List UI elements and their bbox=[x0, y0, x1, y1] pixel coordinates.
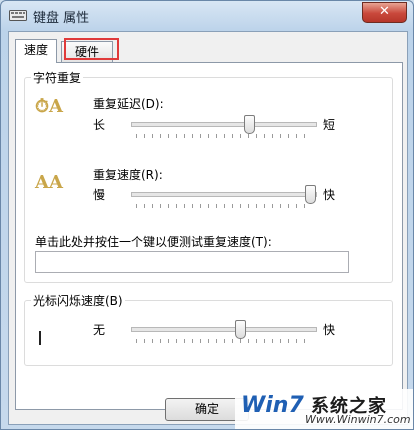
cursor-preview-icon bbox=[39, 331, 41, 345]
cursor-blink-group: 光标闪烁速度(B) 无 快 bbox=[24, 292, 393, 366]
repeat-delay-slider-thumb[interactable] bbox=[244, 115, 256, 134]
character-repeat-group: 字符重复 ⏱A 重复延迟(D): 长 短 AA 重复速度(R): 慢 快 单击此… bbox=[24, 69, 393, 283]
window-title: 键盘 属性 bbox=[33, 11, 90, 26]
group-title-character-repeat: 字符重复 bbox=[31, 69, 84, 86]
keyboard-icon bbox=[9, 10, 27, 21]
repeat-delay-label: 重复延迟(D): bbox=[93, 97, 164, 111]
cursor-blink-fast-label: 快 bbox=[323, 323, 336, 337]
repeat-rate-ticks bbox=[136, 204, 312, 208]
dialog-body: 速度 硬件 字符重复 ⏱A 重复延迟(D): 长 短 AA 重复速度(R): 慢… bbox=[8, 31, 408, 425]
repeat-rate-slider-thumb[interactable] bbox=[305, 185, 316, 204]
group-title-cursor-blink: 光标闪烁速度(B) bbox=[31, 292, 125, 309]
title-bar: 键盘 属性 ✕ bbox=[1, 1, 413, 31]
watermark: Win7 系统之家 Www.Winwin7.com bbox=[235, 389, 413, 429]
repeat-delay-long-label: 长 bbox=[93, 118, 106, 132]
watermark-url: Www.Winwin7.com bbox=[305, 413, 411, 426]
watermark-logo: Win7 bbox=[241, 393, 304, 418]
close-button[interactable]: ✕ bbox=[362, 2, 407, 23]
repeat-rate-slow-label: 慢 bbox=[93, 188, 106, 202]
keyboard-properties-window: 键盘 属性 ✕ 速度 硬件 字符重复 ⏱A 重复延迟(D): 长 短 AA 重复… bbox=[0, 0, 414, 430]
repeat-delay-icon: ⏱A bbox=[35, 96, 64, 117]
cursor-blink-slider-thumb[interactable] bbox=[235, 320, 247, 339]
repeat-rate-track[interactable] bbox=[131, 192, 317, 197]
cursor-blink-none-label: 无 bbox=[93, 323, 106, 337]
repeat-delay-short-label: 短 bbox=[323, 118, 336, 132]
repeat-rate-icon: AA bbox=[35, 172, 63, 193]
tab-speed[interactable]: 速度 bbox=[15, 39, 57, 63]
cursor-blink-ticks bbox=[136, 339, 312, 343]
speed-panel: 字符重复 ⏱A 重复延迟(D): 长 短 AA 重复速度(R): 慢 快 单击此… bbox=[15, 62, 403, 410]
cursor-blink-track[interactable] bbox=[131, 327, 317, 332]
repeat-test-input[interactable] bbox=[35, 251, 349, 273]
hardware-tab-highlight bbox=[64, 38, 119, 60]
repeat-rate-fast-label: 快 bbox=[323, 188, 336, 202]
repeat-delay-ticks bbox=[136, 134, 312, 138]
repeat-rate-label: 重复速度(R): bbox=[93, 168, 163, 182]
watermark-logo-text: Win7 bbox=[241, 393, 304, 418]
repeat-delay-track[interactable] bbox=[131, 122, 317, 127]
repeat-test-label: 单击此处并按住一个键以便测试重复速度(T): bbox=[35, 235, 272, 249]
